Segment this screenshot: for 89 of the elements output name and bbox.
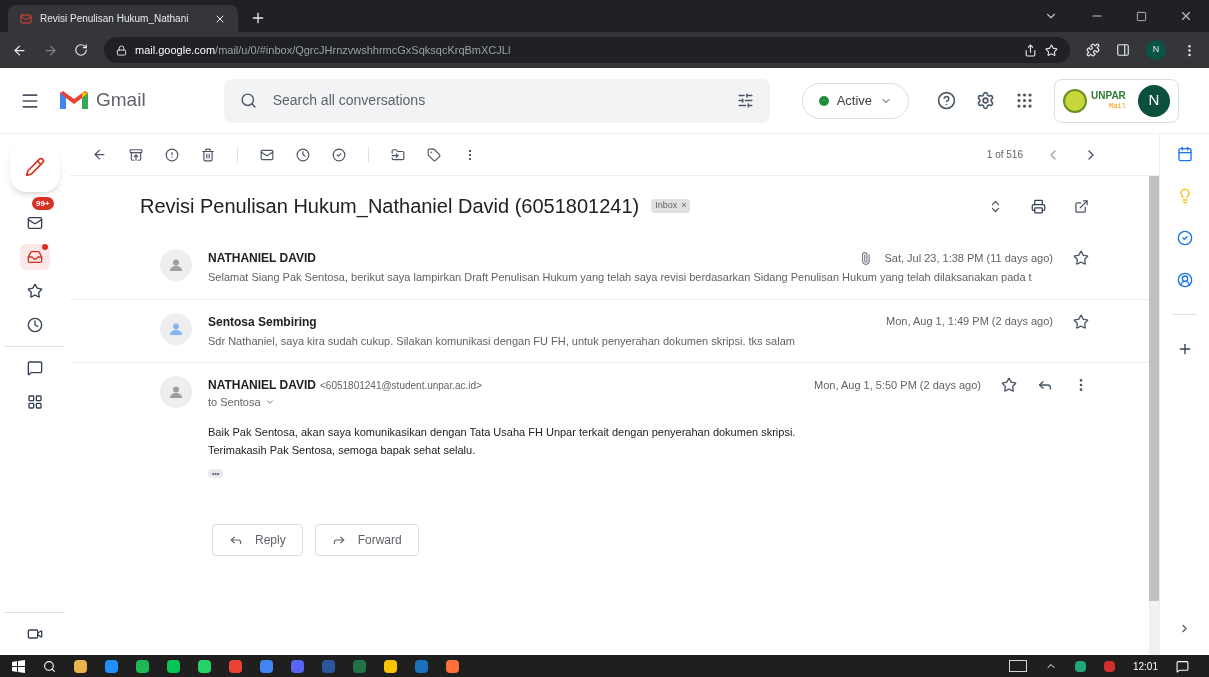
share-icon[interactable] (1024, 43, 1037, 57)
message-date: Sat, Jul 23, 1:38 PM (11 days ago) (884, 250, 1053, 266)
inbox-icon (27, 249, 43, 265)
bookmark-star-icon[interactable] (1045, 43, 1058, 57)
sidebar-item[interactable] (20, 244, 50, 270)
search-field[interactable]: Search all conversations (272, 90, 721, 111)
account-avatar[interactable]: N (1138, 84, 1171, 117)
grid-icon (27, 394, 43, 410)
taskbar-app-icon[interactable] (229, 659, 242, 673)
taskbar-app-icon[interactable] (167, 659, 180, 673)
close-icon[interactable] (1179, 9, 1193, 23)
label-text: Inbox (655, 199, 678, 213)
print-icon[interactable] (1031, 198, 1046, 214)
snooze-icon[interactable] (296, 147, 310, 162)
forward-button[interactable]: Forward (314, 523, 419, 556)
news-widget-icon[interactable] (1008, 660, 1027, 672)
settings-icon[interactable] (976, 91, 996, 110)
spam-icon[interactable] (165, 147, 179, 162)
gmail-logo-icon (60, 90, 88, 111)
taskbar-app-icon[interactable] (74, 659, 87, 673)
reply-button[interactable]: Reply (212, 523, 303, 556)
label-icon[interactable] (427, 147, 441, 162)
back-icon[interactable] (92, 147, 107, 162)
search-icon[interactable] (43, 659, 56, 673)
apps-icon[interactable] (1015, 91, 1035, 110)
message-snippet: Sdr Nathaniel, saya kira sudah cukup. Silakan komunikasi dengan FU FH, untuk penyerahan dokumen skripsi. tks salam (208, 333, 796, 349)
scrollbar[interactable] (1149, 176, 1159, 655)
search-bar[interactable]: Search all conversations (223, 78, 770, 123)
message-date: Mon, Aug 1, 1:49 PM (2 days ago) (886, 314, 1053, 330)
move-to-icon[interactable] (391, 147, 405, 162)
delete-icon[interactable] (201, 147, 215, 162)
taskbar-app-icon[interactable] (446, 659, 459, 673)
thread-subject: Revisi Penulisan Hukum_Nathaniel David (6051801241) (140, 194, 640, 220)
back-icon[interactable] (12, 42, 27, 58)
taskbar-app-icon[interactable] (260, 659, 273, 673)
chat-icon (27, 360, 43, 376)
filter-icon[interactable] (736, 92, 754, 109)
mark-unread-icon[interactable] (260, 147, 274, 162)
message-body-line: Terimakasih Pak Sentosa, semoga bapak sehat selalu. (208, 442, 477, 458)
star-icon[interactable] (1001, 377, 1017, 393)
calendar-icon[interactable] (1176, 146, 1193, 162)
side-panel-icon[interactable] (1116, 43, 1130, 57)
message-date: Mon, Aug 1, 5:50 PM (2 days ago) (814, 377, 981, 393)
org-logo-text: UNPAR (1091, 90, 1126, 101)
lock-icon (116, 44, 127, 56)
clock-text[interactable]: 12:01 (1132, 658, 1158, 674)
message-body-line: Baik Pak Sentosa, akan saya komunikasikan dengan Tata Usaha FH Unpar terkait dengan penyerahan dokumen skripsi. (208, 424, 797, 440)
extensions-icon[interactable] (1086, 43, 1100, 57)
forward-icon[interactable] (43, 42, 58, 58)
taskbar-app-icon[interactable] (198, 659, 211, 673)
new-window-icon[interactable] (1074, 198, 1089, 214)
reload-icon[interactable] (74, 43, 88, 57)
tasks-icon[interactable] (1176, 230, 1193, 246)
sender-name: NATHANIEL DAVID (208, 250, 316, 267)
sender-name: Sentosa Sembiring (208, 313, 317, 331)
label-remove[interactable]: × (681, 199, 687, 213)
star-icon (27, 283, 43, 299)
help-icon[interactable] (937, 91, 957, 110)
taskbar-app-icon[interactable] (384, 659, 397, 673)
windows-icon[interactable] (12, 659, 25, 673)
university-seal-icon (1063, 88, 1088, 113)
compose-button[interactable] (10, 142, 60, 192)
star-icon[interactable] (1073, 313, 1089, 330)
gmail-wordmark: Gmail (96, 88, 146, 113)
restore-icon[interactable] (1136, 10, 1147, 22)
pager-text: 1 of 516 (986, 148, 1023, 162)
pencil-icon (25, 157, 45, 177)
taskbar-app-icon[interactable] (105, 659, 118, 673)
new-tab-icon[interactable] (250, 10, 266, 26)
address-bar[interactable]: mail.google.com/mail/u/0/#inbox/QgrcJHrnzvwshhrmcGxSqksqcKrqBmXCJLl (104, 37, 1070, 63)
star-icon[interactable] (1073, 250, 1089, 266)
profile-avatar[interactable]: N (1146, 40, 1166, 60)
search-icon (239, 92, 257, 109)
contacts-icon[interactable] (1176, 272, 1193, 288)
video-icon (27, 626, 43, 642)
tray-icon[interactable] (1103, 660, 1115, 672)
browser-tab[interactable]: Revisi Penulisan Hukum_Nathani (8, 5, 238, 32)
tray-icon[interactable] (1074, 660, 1086, 672)
unread-badge: 99+ (32, 197, 54, 210)
add-task-icon[interactable] (332, 147, 346, 162)
sender-name: NATHANIEL DAVID (208, 377, 316, 394)
taskbar-app-icon[interactable] (136, 659, 149, 673)
mail-icon (27, 215, 43, 231)
message-snippet: Selamat Siang Pak Sentosa, berikut saya lampirkan Draft Penulisan Hukum yang telah saya revisi berdasarkan Sidang Penulisan Hukum yang telah dilaksanakan pada t (208, 270, 1033, 285)
sender-email: <6051801241@student.unpar.ac.id> (320, 379, 482, 393)
notifications-icon[interactable] (1176, 659, 1189, 673)
archive-icon[interactable] (129, 147, 143, 162)
recipient-dropdown[interactable]: to Sentosa (208, 394, 275, 411)
clock-icon (27, 317, 43, 333)
